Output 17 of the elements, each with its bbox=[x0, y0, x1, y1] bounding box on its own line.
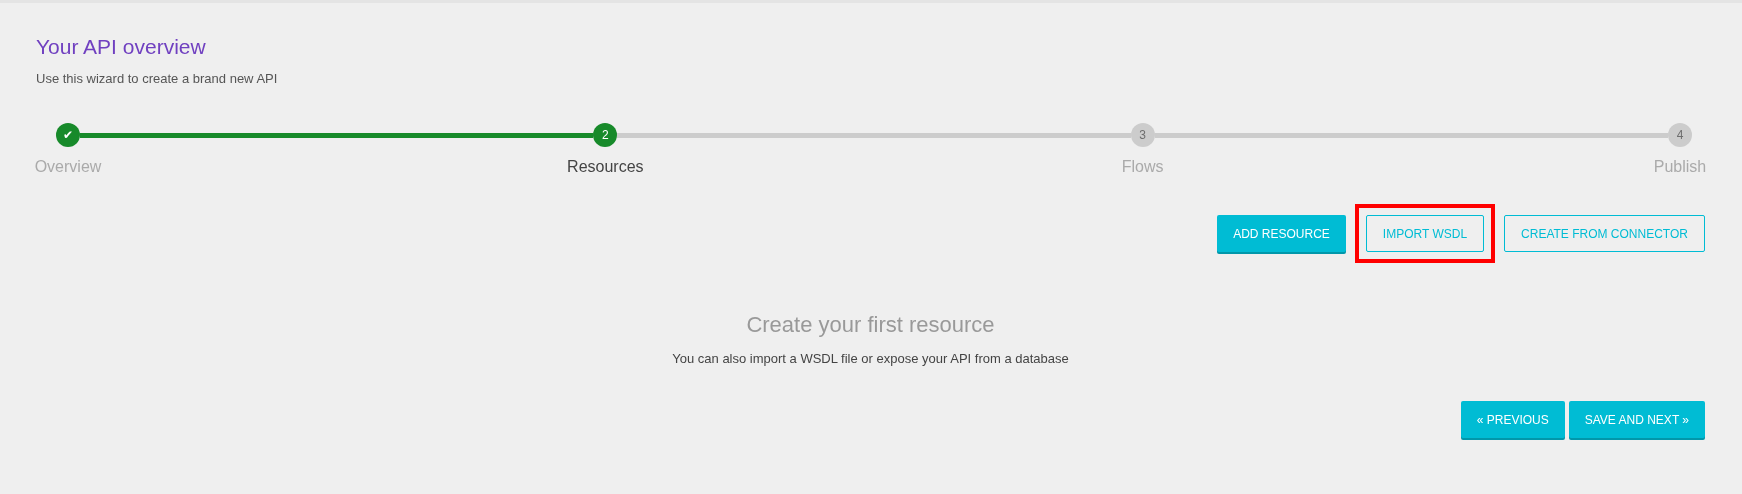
nav-button[interactable]: « PREVIOUS bbox=[1460, 401, 1565, 438]
empty-state-title: Create your first resource bbox=[745, 312, 996, 338]
step-circle: ✔ bbox=[56, 123, 80, 147]
step-label[interactable]: Resources bbox=[567, 158, 644, 176]
nav-button[interactable]: SAVE AND NEXT » bbox=[1568, 401, 1705, 438]
step-circle: 2 bbox=[593, 123, 618, 147]
step-circle: 3 bbox=[1130, 123, 1155, 147]
page-title: Your API overview bbox=[36, 35, 207, 59]
action-button[interactable]: IMPORT WSDL bbox=[1365, 215, 1485, 252]
action-button[interactable]: CREATE FROM CONNECTOR bbox=[1504, 215, 1705, 252]
add-button[interactable]: ADD RESOURCE bbox=[1217, 215, 1346, 252]
page-subtitle: Use this wizard to create a brand new API bbox=[36, 71, 279, 86]
empty-state-text: You can also import a WSDL file or expose your API from a database bbox=[671, 351, 1070, 366]
step-label[interactable]: Overview bbox=[34, 158, 102, 176]
step-label[interactable]: Publish bbox=[1653, 158, 1707, 176]
step-circle: 4 bbox=[1668, 123, 1692, 147]
step-label[interactable]: Flows bbox=[1121, 158, 1164, 176]
